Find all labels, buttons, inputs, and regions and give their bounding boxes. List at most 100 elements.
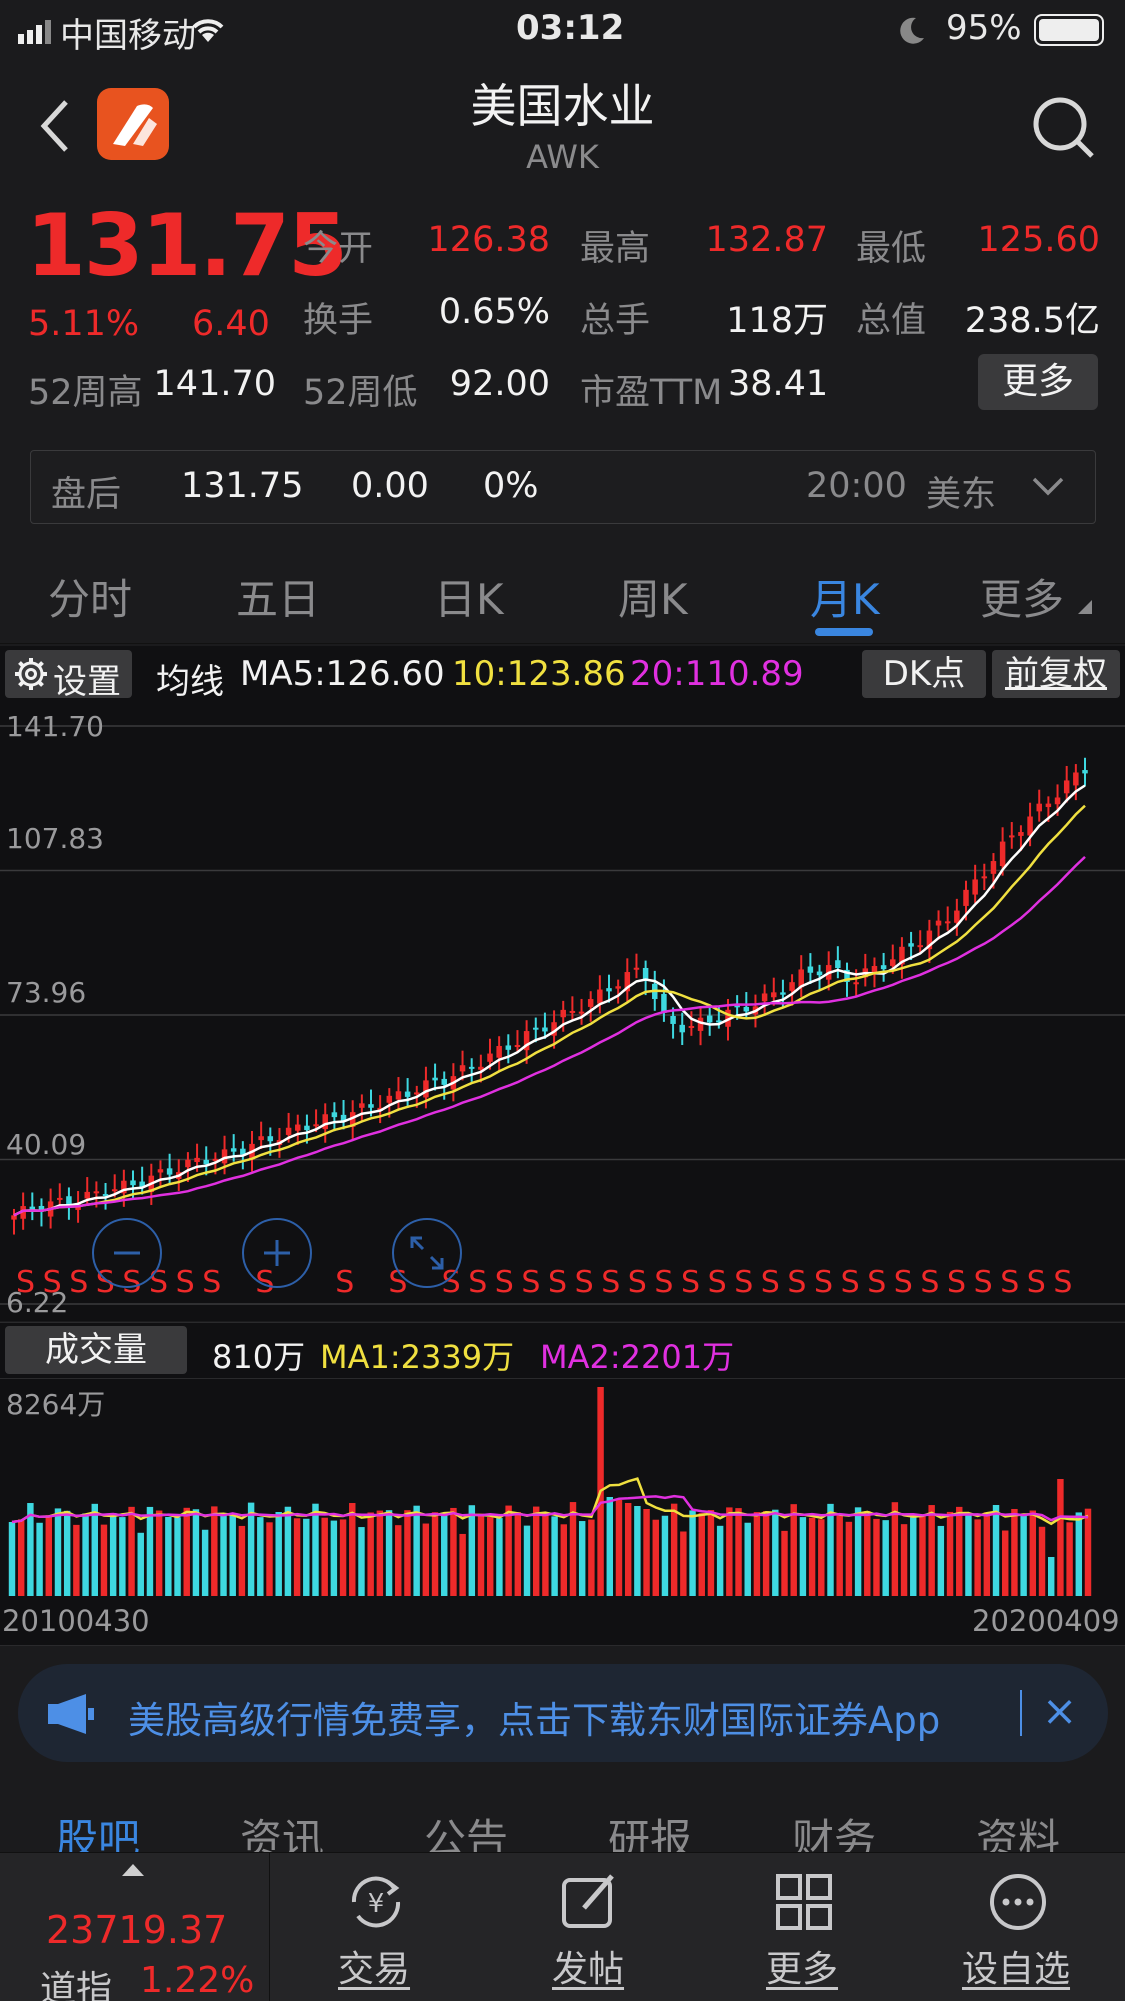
volume-bar (560, 1524, 568, 1597)
settings-label: 设置 (53, 662, 121, 702)
after-hours-zone: 美东 (926, 475, 997, 515)
volume-bar (707, 1510, 715, 1597)
volume-bar (624, 1503, 632, 1597)
close-icon[interactable]: × (1042, 1686, 1077, 1735)
trade-icon[interactable]: ¥ (344, 1870, 408, 1934)
volume-bar (211, 1506, 218, 1597)
after-hours-bar[interactable]: 盘后 131.75 0.00 0% 20:00 美东 (30, 450, 1096, 524)
signal-marker: S (841, 1265, 860, 1300)
candle-body (441, 1078, 447, 1085)
chart-settings-button[interactable]: 设置 (5, 650, 132, 702)
tab-more[interactable]: 更多 (980, 566, 1064, 627)
candle-body (807, 966, 814, 973)
kline-chart[interactable]: SSSSSSSSSSSSSSSSSSSSSSSSSSSSSSSSSSS 141.… (0, 706, 1125, 1321)
volume-bar (836, 1515, 843, 1597)
volume-chart[interactable]: 8264万 (0, 1378, 1125, 1597)
volume-bar (974, 1519, 981, 1597)
volume-bar (441, 1513, 448, 1597)
fullscreen-button[interactable] (392, 1218, 462, 1288)
volume-bar (128, 1506, 135, 1597)
candle-body (414, 1092, 420, 1095)
pe-label: 市盈TTM (580, 373, 723, 413)
volume-bar (1047, 1557, 1055, 1597)
more-label[interactable]: 更多 (766, 1940, 838, 1992)
volume-bar (330, 1520, 338, 1597)
volume-bar (459, 1533, 466, 1597)
candle-body (386, 1095, 393, 1103)
y-tick: 73.96 (6, 976, 87, 1009)
grid-icon[interactable] (772, 1870, 836, 1934)
quote-more-button[interactable]: 更多 (978, 354, 1098, 410)
wifi-icon (192, 19, 224, 42)
volume-bar (63, 1510, 71, 1597)
wk52-high-value: 141.70 (153, 364, 276, 404)
volume-label: 总手 (580, 301, 651, 341)
open-value: 126.38 (427, 220, 550, 260)
volume-bar (505, 1505, 512, 1597)
tab-daily-k[interactable]: 日K (434, 566, 504, 627)
candle-body (780, 992, 786, 995)
post-icon[interactable] (558, 1870, 622, 1934)
dk-point-button[interactable]: DK点 (862, 650, 986, 698)
volume-bar (367, 1512, 374, 1597)
tab-monthly-k[interactable]: 月K (810, 566, 880, 627)
post-label[interactable]: 发帖 (552, 1940, 624, 1992)
kline-chart-svg[interactable]: SSSSSSSSSSSSSSSSSSSSSSSSSSSSSSSSSSS (0, 706, 1125, 1321)
index-ticker[interactable]: 23719.37 道指 1.22% (0, 1852, 270, 2001)
corner-triangle-icon (1078, 600, 1092, 614)
end-date: 20200409 (972, 1604, 1120, 1638)
price-adjust-button[interactable]: 前复权 (992, 650, 1120, 698)
search-icon[interactable] (1028, 92, 1098, 162)
chevron-down-icon[interactable] (1031, 475, 1065, 497)
volume-bar (155, 1510, 163, 1597)
volume-bar (137, 1532, 144, 1597)
volume-chart-svg[interactable] (0, 1379, 1125, 1597)
trade-label[interactable]: 交易 (338, 1940, 410, 1992)
candle-body (972, 879, 978, 895)
candle-body (459, 1065, 466, 1072)
candle-body (963, 889, 969, 906)
candle-body (432, 1077, 438, 1081)
volume-bar (165, 1516, 172, 1597)
candle-body (93, 1191, 100, 1194)
promo-text[interactable]: 美股高级行情免费享，点击下载东财国际证券App (128, 1690, 940, 1744)
volume-bar (1029, 1510, 1037, 1597)
volume-bar (946, 1511, 954, 1597)
volume-bar (588, 1519, 595, 1597)
signal-marker: S (894, 1265, 913, 1300)
tab-weekly-k[interactable]: 周K (618, 566, 688, 627)
candle-body (835, 960, 841, 969)
volume-indicator-button[interactable]: 成交量 (5, 1326, 187, 1374)
tab-intraday[interactable]: 分时 (48, 566, 132, 627)
volume-bar (1038, 1526, 1046, 1597)
volume-bar (864, 1511, 871, 1597)
zoom-out-button[interactable] (92, 1218, 162, 1288)
volume-bar (1075, 1512, 1083, 1597)
volume-bar (54, 1508, 62, 1597)
megaphone-icon (48, 1694, 94, 1734)
add-watchlist-label[interactable]: 设自选 (962, 1940, 1070, 1992)
zoom-in-button[interactable] (242, 1218, 312, 1288)
volume-bar (827, 1503, 834, 1597)
candle-body (1073, 772, 1079, 786)
volume-bar (146, 1506, 154, 1597)
svg-text:¥: ¥ (368, 1889, 385, 1919)
ellipsis-circle-icon[interactable] (986, 1870, 1050, 1934)
candle-body (194, 1157, 200, 1162)
signal-marker: S (628, 1265, 647, 1300)
volume-bar (450, 1507, 457, 1597)
candle-body (1036, 803, 1042, 812)
volume-bar (45, 1515, 53, 1597)
candle-body (633, 967, 640, 970)
volume-bar (735, 1508, 742, 1597)
volume-bar (487, 1517, 494, 1597)
volume-bar (192, 1509, 200, 1597)
signal-marker: S (681, 1265, 700, 1300)
tab-five-day[interactable]: 五日 (236, 566, 320, 627)
volume-bar (284, 1506, 292, 1597)
volume-bar (661, 1515, 669, 1597)
candle-body (157, 1169, 164, 1173)
low-value: 125.60 (977, 220, 1100, 260)
candle-body (697, 1017, 704, 1031)
volume-bar (385, 1510, 393, 1597)
